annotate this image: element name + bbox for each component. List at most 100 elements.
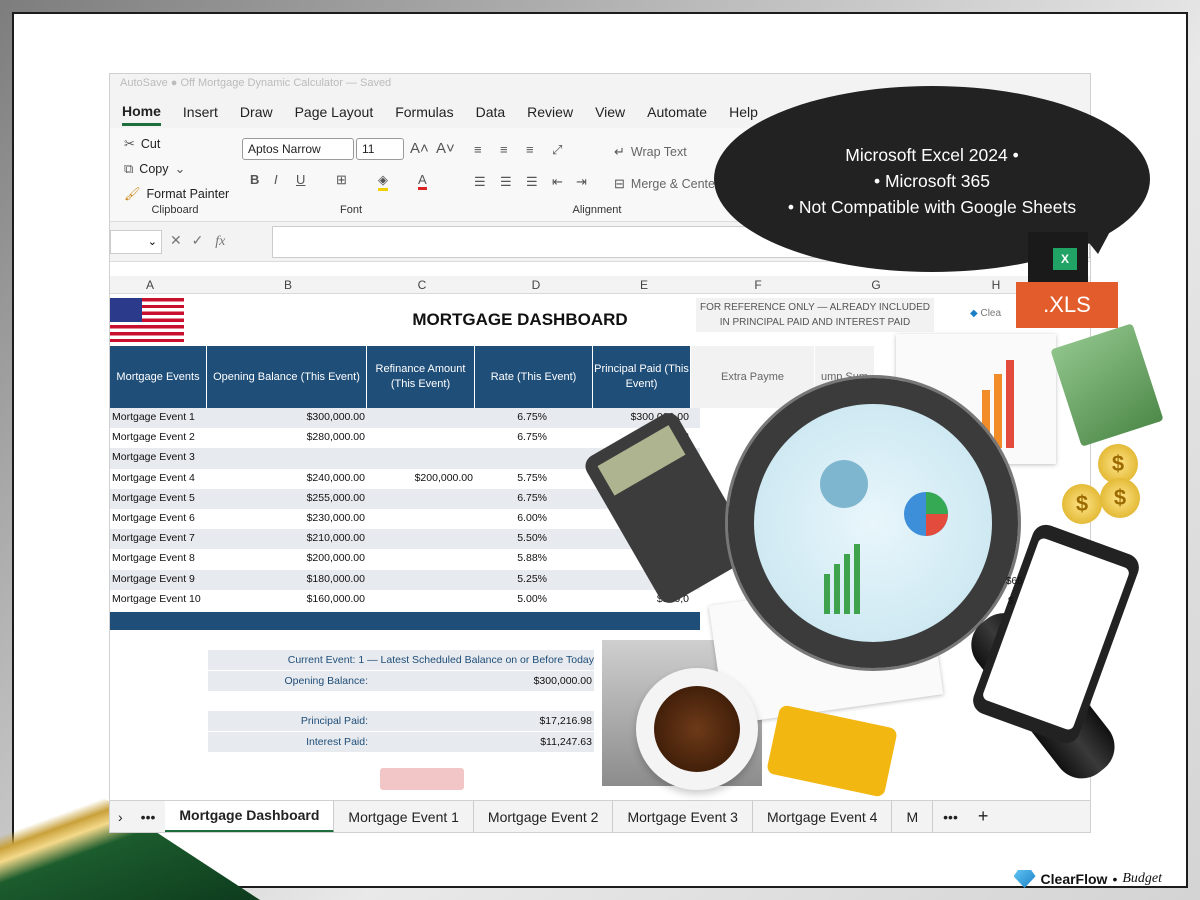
borders-icon[interactable]: ⊞	[336, 172, 347, 188]
indent-decrease-icon[interactable]: ⇤	[552, 174, 563, 190]
align-top-icon[interactable]: ≡	[474, 142, 482, 157]
tab-home[interactable]: Home	[122, 99, 161, 126]
table-row[interactable]: Mortgage Event 9$180,000.005.25%$	[110, 569, 700, 590]
opening-cell[interactable]: $200,000.00	[207, 549, 367, 569]
col-f[interactable]: F	[748, 278, 768, 292]
event-cell[interactable]: Mortgage Event 3	[110, 448, 207, 468]
scroll-tabs-icon[interactable]: ›	[110, 809, 131, 825]
refinance-cell[interactable]	[367, 590, 475, 610]
event-cell[interactable]: Mortgage Event 2	[110, 428, 207, 448]
italic-icon[interactable]: I	[274, 172, 278, 187]
table-row[interactable]: Mortgage Event 7$210,000.005.50%$210,	[110, 529, 700, 550]
opening-cell[interactable]: $180,000.00	[207, 570, 367, 590]
indent-increase-icon[interactable]: ⇥	[576, 174, 587, 190]
copy-button[interactable]: ⧉ Copy ⌄	[124, 157, 185, 181]
rate-cell[interactable]: 5.88%	[475, 549, 593, 569]
col-c[interactable]: C	[412, 278, 432, 292]
more-tabs-icon[interactable]: •••	[131, 809, 166, 825]
opening-cell[interactable]: $255,000.00	[207, 489, 367, 509]
refinance-cell[interactable]	[367, 428, 475, 448]
tab-page-layout[interactable]: Page Layout	[295, 100, 374, 124]
opening-cell[interactable]: $230,000.00	[207, 509, 367, 529]
font-name-select[interactable]: Aptos Narrow	[242, 138, 354, 160]
align-left-icon[interactable]: ☰	[474, 174, 486, 190]
format-painter-button[interactable]: 🖌 Format Painter	[124, 182, 229, 206]
tab-formulas[interactable]: Formulas	[395, 100, 453, 124]
align-middle-icon[interactable]: ≡	[500, 142, 508, 157]
refinance-cell[interactable]	[367, 509, 475, 529]
tab-mortgage-event-2[interactable]: Mortgage Event 2	[474, 800, 614, 832]
add-sheet-icon[interactable]: +	[968, 806, 999, 827]
opening-balance-value[interactable]: $300,000.00	[368, 675, 594, 687]
col-e[interactable]: E	[634, 278, 654, 292]
event-cell[interactable]: Mortgage Event 8	[110, 549, 207, 569]
tab-mortgage-event-1[interactable]: Mortgage Event 1	[334, 800, 474, 832]
font-size-select[interactable]: 11	[356, 138, 404, 160]
col-d[interactable]: D	[526, 278, 546, 292]
tab-insert[interactable]: Insert	[183, 100, 218, 124]
event-cell[interactable]: Mortgage Event 1	[110, 408, 207, 428]
opening-cell[interactable]: $210,000.00	[207, 529, 367, 549]
enter-icon[interactable]: ✓	[192, 232, 204, 248]
cut-button[interactable]: ✂ Cut	[124, 132, 160, 156]
tab-view[interactable]: View	[595, 100, 625, 124]
refinance-cell[interactable]	[367, 408, 475, 428]
opening-cell[interactable]: $240,000.00	[207, 469, 367, 489]
interest-paid-value[interactable]: $11,247.63	[368, 736, 594, 748]
event-cell[interactable]: Mortgage Event 5	[110, 489, 207, 509]
rate-cell[interactable]	[475, 448, 593, 468]
event-cell[interactable]: Mortgage Event 9	[110, 570, 207, 590]
opening-cell[interactable]: $280,000.00	[207, 428, 367, 448]
col-g[interactable]: G	[866, 278, 886, 292]
increase-font-icon[interactable]: A˄	[410, 140, 429, 157]
orientation-icon[interactable]: ⤢	[552, 142, 562, 158]
tab-data[interactable]: Data	[476, 100, 506, 124]
tab-draw[interactable]: Draw	[240, 100, 273, 124]
event-cell[interactable]: Mortgage Event 4	[110, 469, 207, 489]
font-color-icon[interactable]: A	[418, 172, 427, 190]
fill-color-icon[interactable]: ◈	[378, 172, 388, 191]
fx-icon[interactable]: fx	[215, 234, 225, 249]
event-cell[interactable]: Mortgage Event 7	[110, 529, 207, 549]
refinance-cell[interactable]	[367, 448, 475, 468]
align-center-icon[interactable]: ☰	[500, 174, 512, 190]
cancel-icon[interactable]: ✕	[170, 232, 182, 248]
refinance-cell[interactable]	[367, 570, 475, 590]
rate-cell[interactable]: 6.75%	[475, 428, 593, 448]
merge-center-button[interactable]: ⊟ Merge & Center	[614, 172, 719, 196]
opening-cell[interactable]: $300,000.00	[207, 408, 367, 428]
rate-cell[interactable]: 6.75%	[475, 489, 593, 509]
rate-cell[interactable]: 6.75%	[475, 408, 593, 428]
tab-automate[interactable]: Automate	[647, 100, 707, 124]
tab-help[interactable]: Help	[729, 100, 758, 124]
col-h[interactable]: H	[986, 278, 1006, 292]
underline-icon[interactable]: U	[296, 172, 305, 187]
wrap-text-button[interactable]: ↵ Wrap Text	[614, 140, 687, 164]
rate-cell[interactable]: 5.25%	[475, 570, 593, 590]
rate-cell[interactable]: 6.00%	[475, 509, 593, 529]
refinance-cell[interactable]: $200,000.00	[367, 469, 475, 489]
opening-cell[interactable]	[207, 448, 367, 468]
name-box[interactable]: ⌄	[110, 230, 162, 254]
decrease-font-icon[interactable]: A˅	[436, 140, 455, 157]
refinance-cell[interactable]	[367, 529, 475, 549]
table-row[interactable]: Mortgage Event 8$200,000.005.88%$200,000…	[110, 549, 700, 569]
tab-review[interactable]: Review	[527, 100, 573, 124]
align-bottom-icon[interactable]: ≡	[526, 142, 534, 157]
event-cell[interactable]: Mortgage Event 6	[110, 509, 207, 529]
bold-icon[interactable]: B	[250, 172, 259, 187]
more-tabs-icon[interactable]: •••	[933, 809, 968, 825]
table-row[interactable]: Mortgage Event 1$300,000.006.75%$300,000…	[110, 408, 700, 429]
tab-mortgage-dashboard[interactable]: Mortgage Dashboard	[165, 800, 335, 832]
event-cell[interactable]: Mortgage Event 10	[110, 590, 207, 610]
tab-mortgage-event-3[interactable]: Mortgage Event 3	[613, 800, 753, 832]
col-a[interactable]: A	[140, 278, 160, 292]
col-b[interactable]: B	[278, 278, 298, 292]
rate-cell[interactable]: 5.00%	[475, 590, 593, 610]
rate-cell[interactable]: 5.50%	[475, 529, 593, 549]
principal-paid-value[interactable]: $17,216.98	[368, 715, 594, 727]
refinance-cell[interactable]	[367, 549, 475, 569]
opening-cell[interactable]: $160,000.00	[207, 590, 367, 610]
tab-mortgage-event-4[interactable]: Mortgage Event 4	[753, 800, 893, 832]
table-row[interactable]: Mortgage Event 10$160,000.005.00%$160,0	[110, 590, 700, 610]
